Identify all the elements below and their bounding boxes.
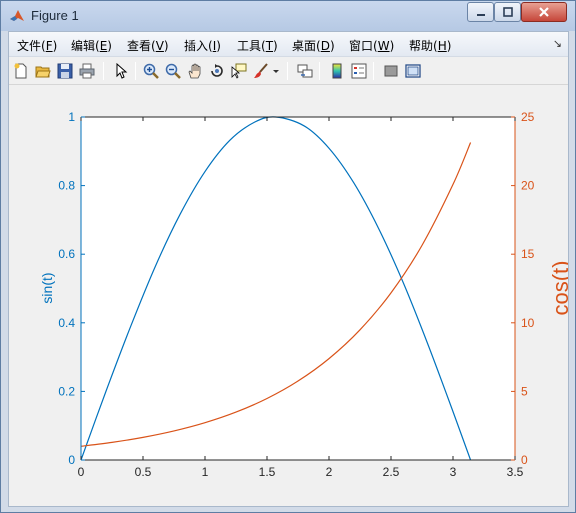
menu-edit[interactable]: 编辑(E) bbox=[71, 37, 112, 54]
menu-file[interactable]: 文件(F) bbox=[17, 37, 57, 54]
left-y-tick-label: 0.8 bbox=[58, 179, 75, 193]
right-y-tick-label: 10 bbox=[521, 316, 535, 330]
legend-button[interactable] bbox=[349, 61, 369, 81]
pan-button[interactable] bbox=[185, 61, 205, 81]
close-icon bbox=[539, 7, 549, 17]
new-figure-button[interactable] bbox=[11, 61, 31, 81]
brush-dropdown-icon bbox=[273, 70, 279, 73]
menu-window[interactable]: 窗口(W) bbox=[349, 37, 394, 54]
right-y-tick-label: 20 bbox=[521, 179, 535, 193]
data-cursor-button[interactable] bbox=[229, 61, 249, 81]
new-figure-icon bbox=[14, 63, 27, 79]
menu-desktop[interactable]: 桌面(D) bbox=[292, 37, 335, 54]
select-arrow-button[interactable] bbox=[111, 61, 131, 81]
x-tick-label: 1.5 bbox=[259, 465, 276, 479]
save-icon bbox=[57, 63, 73, 79]
link-plot-button[interactable] bbox=[295, 61, 315, 81]
zoom-out-icon bbox=[165, 63, 181, 79]
x-tick-label: 2 bbox=[326, 465, 333, 479]
minimize-button[interactable] bbox=[467, 2, 494, 22]
plot-area[interactable]: 0 0.5 1 1.5 2 2.5 3 3.500.20.40.60.810510152025… bbox=[9, 86, 573, 506]
show-plot-tools-button[interactable] bbox=[403, 61, 423, 81]
right-y-tick-label: 15 bbox=[521, 247, 535, 261]
rotate-3d-icon bbox=[211, 64, 223, 77]
rotate-3d-button[interactable] bbox=[207, 61, 227, 81]
close-button[interactable] bbox=[521, 2, 567, 22]
toolbar-separator bbox=[103, 62, 104, 80]
right-y-axis-label: cos(t) bbox=[548, 261, 568, 316]
zoom-out-button[interactable] bbox=[163, 61, 183, 81]
toolbar-separator bbox=[135, 62, 136, 80]
zoom-in-icon bbox=[143, 63, 159, 79]
menu-tools[interactable]: 工具(T) bbox=[237, 37, 278, 54]
toolbar-separator bbox=[319, 62, 320, 80]
brush-icon bbox=[254, 63, 268, 78]
right-y-tick-label: 5 bbox=[521, 384, 528, 398]
menu-insert[interactable]: 插入(I) bbox=[184, 37, 221, 54]
toolbar-separator bbox=[373, 62, 374, 80]
show-plot-tools-icon bbox=[405, 64, 421, 78]
right-y-tick-label: 25 bbox=[521, 110, 535, 124]
pan-hand-icon bbox=[188, 63, 201, 79]
maximize-icon bbox=[502, 7, 513, 17]
save-button[interactable] bbox=[55, 61, 75, 81]
x-tick-label: 0.5 bbox=[135, 465, 152, 479]
zoom-in-button[interactable] bbox=[141, 61, 161, 81]
colorbar-icon bbox=[332, 63, 342, 79]
x-tick-label: 1 bbox=[202, 465, 209, 479]
hide-plot-tools-button[interactable] bbox=[381, 61, 401, 81]
toolbar-separator bbox=[287, 62, 288, 80]
figure-window: Figure 1 文件(F) 编辑(E) 查看(V) 插入(I) 工具(T) 桌… bbox=[0, 0, 576, 513]
figure-client-area: 文件(F) 编辑(E) 查看(V) 插入(I) 工具(T) 桌面(D) 窗口(W… bbox=[8, 31, 573, 507]
colorbar-button[interactable] bbox=[327, 61, 347, 81]
menu-help[interactable]: 帮助(H) bbox=[409, 37, 451, 54]
matlab-logo-icon bbox=[10, 10, 24, 21]
figure-canvas: 0 0.5 1 1.5 2 2.5 3 3.5 0 0.2 0.4 0.6 0.8 1 0 5 10 15 20 25… bbox=[9, 86, 573, 506]
hide-plot-tools-icon bbox=[384, 65, 398, 77]
menu-bar: 文件(F) 编辑(E) 查看(V) 插入(I) 工具(T) 桌面(D) 窗口(W… bbox=[9, 32, 568, 57]
left-y-tick-label: 0.6 bbox=[58, 247, 75, 261]
brush-dropdown-button[interactable] bbox=[271, 61, 281, 81]
dock-figure-arrow[interactable]: ↘ bbox=[553, 37, 562, 50]
open-file-button[interactable] bbox=[33, 61, 53, 81]
x-tick-label: 3 bbox=[450, 465, 457, 479]
brush-button[interactable] bbox=[251, 61, 271, 81]
right-y-tick-label: 0 bbox=[521, 453, 528, 467]
left-y-tick-label: 0.4 bbox=[58, 316, 75, 330]
menu-view[interactable]: 查看(V) bbox=[127, 37, 169, 54]
data-cursor-icon bbox=[231, 63, 247, 79]
x-tick-label: 2.5 bbox=[383, 465, 400, 479]
link-plot-icon bbox=[297, 64, 313, 78]
title-bar[interactable]: Figure 1 bbox=[1, 1, 575, 31]
left-y-tick-label: 0.2 bbox=[58, 384, 75, 398]
x-tick-label: 3.5 bbox=[507, 465, 524, 479]
minimize-icon bbox=[476, 14, 485, 16]
left-y-axis-label: sin(t) bbox=[39, 272, 55, 303]
left-y-tick-label: 0 bbox=[68, 453, 75, 467]
left-y-tick-label: 1 bbox=[68, 110, 75, 124]
open-file-icon bbox=[35, 66, 51, 78]
figure-toolbar bbox=[9, 57, 568, 85]
legend-icon bbox=[351, 63, 367, 79]
select-arrow-icon bbox=[116, 63, 128, 79]
maximize-button[interactable] bbox=[494, 2, 521, 22]
window-title: Figure 1 bbox=[31, 8, 79, 23]
x-tick-label: 0 bbox=[78, 465, 85, 479]
print-icon bbox=[79, 63, 95, 79]
print-button[interactable] bbox=[77, 61, 97, 81]
